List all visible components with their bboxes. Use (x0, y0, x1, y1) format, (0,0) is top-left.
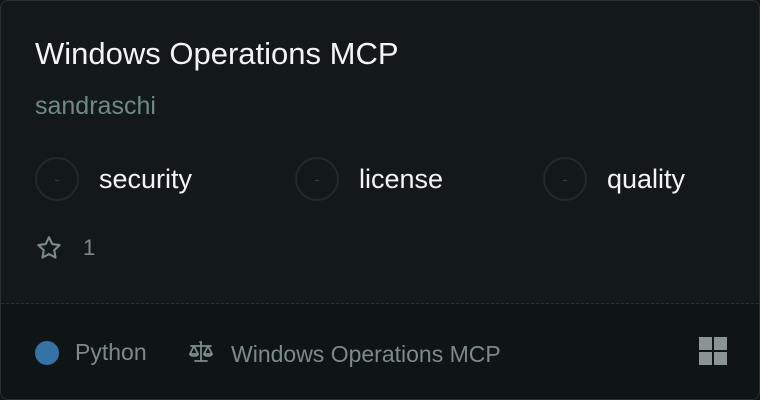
language: Python (35, 339, 147, 366)
language-label: Python (75, 339, 147, 365)
license-label: license (359, 164, 444, 194)
quality-score: - (543, 157, 587, 201)
windows-icon (699, 337, 727, 365)
language-color-dot (35, 340, 59, 365)
license-text: Windows Operations MCP (231, 341, 501, 367)
scale-icon (187, 339, 215, 370)
quality-badge: - quality (543, 155, 685, 203)
score-badges: - security - license - quality (35, 155, 735, 203)
star-icon (35, 234, 63, 262)
license-info: Windows Operations MCP (187, 339, 501, 370)
server-title[interactable]: Windows Operations MCP (35, 35, 399, 73)
security-score: - (35, 157, 79, 201)
card-footer: Python Windows Operations MCP (1, 304, 759, 399)
author-name[interactable]: sandraschi (35, 90, 156, 122)
license-badge: - license (295, 155, 443, 203)
card-body: Windows Operations MCP sandraschi - secu… (1, 1, 759, 303)
star-count: 1 (35, 234, 95, 262)
star-count-value: 1 (83, 235, 96, 260)
quality-label: quality (607, 164, 686, 194)
security-label: security (99, 164, 193, 194)
security-badge: - security (35, 155, 192, 203)
server-card[interactable]: Windows Operations MCP sandraschi - secu… (0, 0, 760, 400)
license-score: - (295, 157, 339, 201)
